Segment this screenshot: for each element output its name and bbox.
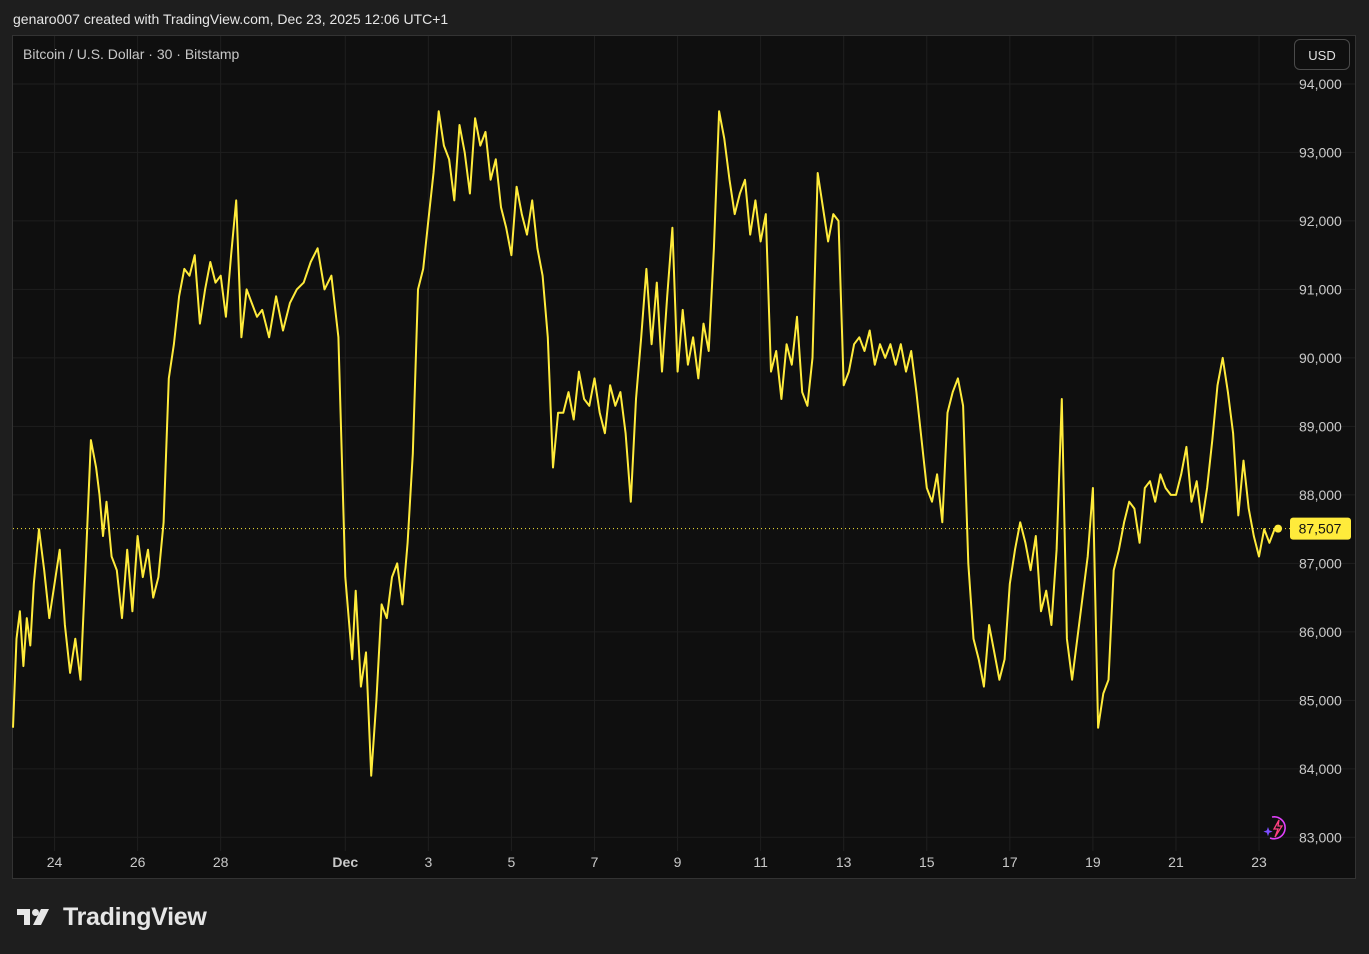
x-tick-label: 7 [591,854,599,870]
last-price-dot [1274,524,1283,533]
y-tick-label: 90,000 [1299,350,1342,366]
last-price-badge: 87,507 [1290,517,1351,540]
y-tick-label: 85,000 [1299,692,1342,708]
x-tick-label: 28 [213,854,229,870]
x-tick-label: 15 [919,854,935,870]
x-tick-label: Dec [332,854,358,870]
grid [13,36,1355,851]
x-tick-label: 9 [674,854,682,870]
y-tick-label: 84,000 [1299,761,1342,777]
y-tick-label: 93,000 [1299,144,1342,160]
x-tick-label: 23 [1251,854,1267,870]
y-tick-label: 88,000 [1299,487,1342,503]
x-tick-label: 21 [1168,854,1184,870]
x-axis: 24 26 28 Dec 3 5 7 9 11 13 15 17 19 21 23 [47,854,1267,870]
tradingview-logo[interactable]: TradingView [15,900,207,934]
y-tick-label: 94,000 [1299,76,1342,92]
x-tick-label: 17 [1002,854,1018,870]
y-tick-label: 83,000 [1299,829,1342,845]
series-layer [12,110,1283,777]
x-tick-label: 11 [753,854,768,870]
x-tick-label: 5 [508,854,516,870]
x-tick-label: 13 [836,854,852,870]
tradingview-logo-icon [17,909,49,925]
y-tick-label: 92,000 [1299,213,1342,229]
last-price-label: 87,507 [1299,521,1342,537]
y-tick-label: 86,000 [1299,624,1342,640]
y-tick-label: 89,000 [1299,418,1342,434]
price-chart[interactable]: 94,000 93,000 92,000 91,000 90,000 89,000 88,0… [0,0,1369,954]
sparkle-lightning-icon[interactable] [1262,814,1292,842]
x-tick-label: 24 [47,854,63,870]
symbol-label: Bitcoin / U.S. Dollar · 30 · Bitstamp [23,46,240,62]
x-tick-label: 19 [1085,854,1101,870]
x-tick-label: 26 [130,854,146,870]
x-tick-label: 3 [424,854,432,870]
y-tick-label: 87,000 [1299,555,1342,571]
brand-name: TradingView [63,902,207,931]
currency-button[interactable]: USD [1294,39,1350,70]
price-series-line [12,110,1279,777]
y-tick-label: 91,000 [1299,281,1342,297]
y-axis: 94,000 93,000 92,000 91,000 90,000 89,000 88,0… [1299,76,1342,845]
